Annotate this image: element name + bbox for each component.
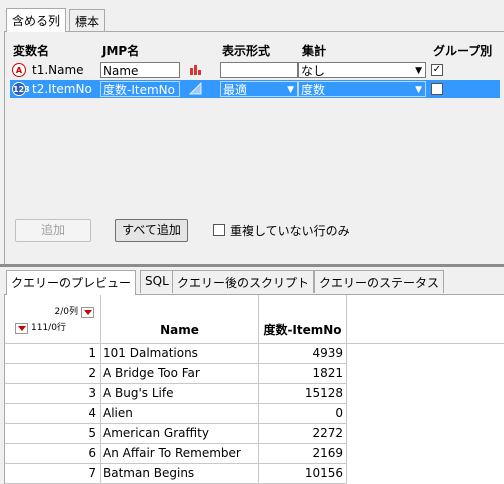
summary-dropdown[interactable]: なし ▼ [298,62,426,78]
add-all-button[interactable]: すべて追加 [115,219,188,242]
format-dropdown[interactable] [220,62,298,78]
rows-menu-icon[interactable] [15,323,28,334]
table-cell-name[interactable]: American Graffity [101,424,259,444]
table-cell-name[interactable]: An Affair To Remember [101,444,259,464]
table-cell-count[interactable]: 2272 [259,424,347,444]
table-cell-count[interactable]: 4939 [259,344,347,364]
chevron-down-icon: ▼ [287,85,294,95]
table-cell-name[interactable]: 101 Dalmations [101,344,259,364]
row-number: 6 [5,444,101,464]
continuous-triangle-icon[interactable] [188,81,208,97]
tab-query-preview[interactable]: クエリーのプレビュー [6,270,137,295]
cols-count: 2/0列 [54,307,79,317]
numeric-123-icon: 123 [12,82,30,96]
row-number: 5 [5,424,101,444]
format-dropdown[interactable]: 最適 ▼ [220,81,298,97]
column-header-name[interactable]: Name [101,295,259,344]
table-cell-count[interactable]: 0 [259,404,347,424]
header-group-by: グループ別 [433,44,493,58]
column-row[interactable]: A t1.Name Name なし ▼ ✓ [10,61,500,79]
jmp-name-field[interactable]: Name [100,62,180,78]
row-number: 2 [5,364,101,384]
chevron-down-icon: ▼ [415,66,422,76]
summary-dropdown[interactable]: 度数 ▼ [298,81,426,97]
table-cell-name[interactable]: A Bridge Too Far [101,364,259,384]
tab-included-columns[interactable]: 含める列 [6,8,67,32]
var-name: t1.Name [32,63,84,77]
table-cell-name[interactable]: A Bug's Life [101,384,259,404]
format-value: 最適 [223,83,248,97]
group-by-checkbox[interactable]: ✓ [431,64,443,76]
row-number: 7 [5,464,101,484]
table-cell-count[interactable]: 2169 [259,444,347,464]
summary-value: なし [301,64,326,78]
header-summary: 集計 [302,44,327,58]
columns-menu-icon[interactable] [81,307,94,318]
tab-sql[interactable]: SQL [140,270,174,293]
nominal-bars-icon[interactable] [188,62,208,78]
chevron-down-icon: ▼ [415,85,422,95]
table-cell-count[interactable]: 15128 [259,384,347,404]
tab-query-status[interactable]: クエリーのステータス [314,270,445,293]
query-preview-table: 2/0列 111/0行 Name 度数-ItemNo 1 101 Dalmati… [4,294,504,484]
table-cell-name[interactable]: Alien [101,404,259,424]
group-by-checkbox[interactable] [431,83,443,95]
summary-value: 度数 [301,83,326,97]
column-row[interactable]: 123 t2.ItemNo 度数-ItemNo 最適 ▼ 度数 ▼ [10,80,500,98]
table-cell-count[interactable]: 1821 [259,364,347,384]
row-number: 1 [5,344,101,364]
row-number: 3 [5,384,101,404]
table-corner: 2/0列 111/0行 [5,295,101,344]
unique-rows-checkbox[interactable] [213,224,225,236]
rows-count: 111/0行 [31,323,66,333]
panel-splitter[interactable] [0,264,504,267]
var-name: t2.ItemNo [32,82,92,96]
character-a-icon: A [12,63,26,77]
unique-rows-label: 重複していない行のみ [230,224,350,238]
tab-sample[interactable]: 標本 [69,9,106,31]
row-number: 4 [5,404,101,424]
tab-post-query-script[interactable]: クエリー後のスクリプト [172,270,315,293]
add-button[interactable]: 追加 [15,219,91,242]
header-format: 表示形式 [222,44,271,58]
empty-header [347,295,504,344]
header-var-name: 変数名 [13,44,50,58]
header-jmp-name: JMP名 [102,44,140,58]
table-cell-count[interactable]: 10156 [259,464,347,484]
jmp-name-field[interactable]: 度数-ItemNo [100,81,180,97]
table-cell-name[interactable]: Batman Begins [101,464,259,484]
column-header-count[interactable]: 度数-ItemNo [259,295,347,344]
